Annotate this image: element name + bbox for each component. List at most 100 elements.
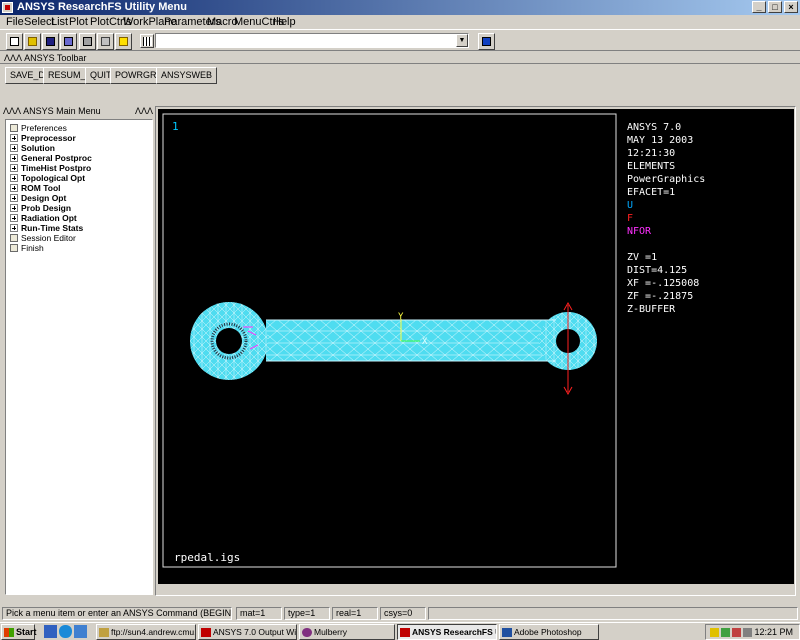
main-menu-item-solution[interactable]: Solution — [10, 143, 55, 153]
new-file-icon — [10, 37, 19, 46]
legend-efacet: EFACET=1 — [627, 187, 676, 198]
mulberry-icon — [302, 628, 312, 637]
task-photoshop[interactable]: Adobe Photoshop — [499, 624, 599, 640]
legend-u: U — [627, 200, 634, 211]
main-menu-item-timehist-postpro[interactable]: TimeHist Postpro — [10, 163, 91, 173]
main-menu-item-label: Prob Design — [21, 203, 72, 213]
help-button[interactable] — [115, 33, 132, 50]
legend-f: F — [627, 213, 634, 224]
legend-nfor: NFOR — [627, 226, 652, 237]
legend-zf: ZF =-.21875 — [627, 291, 694, 302]
main-menu-item-label: Finish — [21, 243, 44, 253]
new-file-button[interactable] — [6, 33, 23, 50]
legend-time: 12:21:30 — [627, 148, 676, 159]
task-label: ANSYS 7.0 Output Window — [213, 627, 297, 637]
menu-select[interactable]: Select — [24, 16, 55, 28]
pivot-hole — [216, 328, 242, 354]
internet-explorer-icon[interactable] — [59, 625, 72, 638]
main-menu-collapse-right[interactable]: ΛΛΛ — [135, 106, 153, 116]
tray-volume-icon[interactable] — [743, 628, 752, 637]
start-button[interactable]: Start — [1, 624, 37, 640]
ansys-toolbar-label: ANSYS Toolbar — [24, 53, 87, 63]
menu-list[interactable]: List — [51, 16, 68, 28]
main-menu-item-label: General Postproc — [21, 153, 92, 163]
main-menu-item-topological-opt[interactable]: Topological Opt — [10, 173, 85, 183]
menu-help[interactable]: Help — [273, 16, 296, 28]
leaf-icon — [10, 124, 18, 132]
tray-clock: 12:21 PM — [754, 627, 793, 637]
expand-icon — [10, 164, 18, 172]
main-menu-item-radiation-opt[interactable]: Radiation Opt — [10, 213, 77, 223]
main-menu-item-label: Topological Opt — [21, 173, 86, 183]
legend-date: MAY 13 2003 — [627, 135, 694, 146]
menu-macro[interactable]: Macro — [207, 16, 238, 28]
print-icon — [83, 37, 92, 46]
window-titlebar: ANSYS ResearchFS Utility Menu _ □ × — [0, 0, 800, 15]
main-menu-item-label: ROM Tool — [21, 183, 61, 193]
outlook-icon[interactable] — [74, 625, 87, 638]
expand-icon — [10, 204, 18, 212]
main-menu-item-general-postproc[interactable]: General Postproc — [10, 153, 92, 163]
main-menu-item-prob-design[interactable]: Prob Design — [10, 203, 71, 213]
leaf-icon — [10, 234, 18, 242]
window-number-label: 1 — [172, 120, 179, 133]
task-label: Mulberry — [314, 627, 348, 637]
utility-menubar: File Select List Plot PlotCtrls WorkPlan… — [0, 15, 800, 29]
save-button[interactable] — [42, 33, 59, 50]
task-ansys-output[interactable]: ANSYS 7.0 Output Window — [198, 624, 297, 640]
legend-version: ANSYS 7.0 — [627, 122, 682, 133]
command-input[interactable] — [155, 33, 469, 48]
menu-plot[interactable]: Plot — [69, 16, 88, 28]
main-menu-item-rom-tool[interactable]: ROM Tool — [10, 183, 61, 193]
task-mulberry[interactable]: Mulberry — [299, 624, 395, 640]
command-history-dropdown[interactable]: ▼ — [456, 34, 468, 47]
main-menu-item-run-time-stats[interactable]: Run-Time Stats — [10, 223, 83, 233]
main-menu-item-session-editor[interactable]: Session Editor — [10, 233, 76, 243]
main-menu-item-label: Design Opt — [21, 193, 67, 203]
save-icon — [46, 37, 55, 46]
ansysweb-button[interactable]: ANSYSWEB — [156, 67, 218, 84]
expand-icon — [10, 144, 18, 152]
maximize-button[interactable]: □ — [768, 1, 782, 13]
main-menu-header: ΛΛΛ ANSYS Main Menu ΛΛΛ — [3, 106, 153, 118]
show-desktop-icon[interactable] — [44, 625, 57, 638]
status-real: real=1 — [332, 607, 378, 620]
triad-y-label: Y — [398, 312, 404, 322]
open-button[interactable] — [24, 33, 41, 50]
ansys-toolbar-collapse[interactable]: ΛΛΛ — [4, 53, 22, 63]
main-menu-title: ANSYS Main Menu — [23, 106, 101, 116]
main-menu-item-preprocessor[interactable]: Preprocessor — [10, 133, 76, 143]
start-label: Start — [16, 627, 37, 637]
minimize-button[interactable]: _ — [752, 1, 766, 13]
main-menu-item-preferences[interactable]: Preferences — [10, 123, 67, 133]
ansys-icon — [201, 628, 211, 637]
system-tray: 12:21 PM — [705, 624, 800, 640]
raise-hidden-button[interactable] — [478, 33, 495, 50]
legend-zv: ZV =1 — [627, 252, 658, 263]
close-button[interactable]: × — [784, 1, 798, 13]
status-extra — [428, 607, 798, 620]
status-bar: Pick a menu item or enter an ANSYS Comma… — [0, 606, 800, 620]
status-type: type=1 — [284, 607, 330, 620]
main-menu-item-label: Solution — [21, 143, 55, 153]
tray-antivirus-icon[interactable] — [721, 628, 730, 637]
menu-file[interactable]: File — [6, 16, 24, 28]
task-ftp-browser[interactable]: ftp://sun4.andrew.cmu.e... — [96, 624, 196, 640]
task-label: ANSYS ResearchFS Uti... — [412, 627, 496, 637]
report-button[interactable] — [60, 33, 77, 50]
task-ansys-utility[interactable]: ANSYS ResearchFS Uti... — [397, 624, 497, 640]
status-prompt: Pick a menu item or enter an ANSYS Comma… — [2, 607, 232, 620]
main-menu-item-label: Run-Time Stats — [21, 223, 84, 233]
image-capture-button[interactable] — [97, 33, 114, 50]
legend-plot-type: ELEMENTS — [627, 161, 676, 172]
main-menu-item-finish[interactable]: Finish — [10, 243, 44, 253]
main-menu-collapse-left[interactable]: ΛΛΛ — [3, 106, 21, 116]
tray-network-icon[interactable] — [710, 628, 719, 637]
status-csys: csys=0 — [380, 607, 426, 620]
main-menu-item-label: Session Editor — [21, 233, 76, 243]
print-button[interactable] — [79, 33, 96, 50]
tray-update-icon[interactable] — [732, 628, 741, 637]
main-menu-item-label: Preferences — [21, 123, 67, 133]
main-menu-item-design-opt[interactable]: Design Opt — [10, 193, 66, 203]
command-prompt-toggle[interactable] — [140, 34, 154, 48]
